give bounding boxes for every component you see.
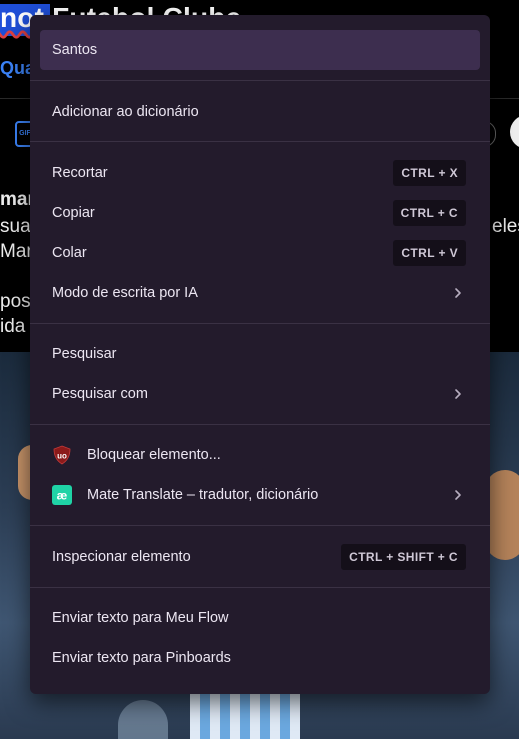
add-to-dictionary-item[interactable]: Adicionar ao dicionário <box>40 92 480 132</box>
copy-label: Copiar <box>52 205 95 221</box>
photo-jersey <box>190 690 300 739</box>
chevron-right-icon <box>450 385 466 403</box>
spelling-suggestion-label: Santos <box>52 42 98 58</box>
cut-label: Recortar <box>52 165 108 181</box>
copy-shortcut: CTRL + C <box>392 200 466 226</box>
menu-separator <box>30 587 490 588</box>
search-with-label: Pesquisar com <box>52 386 148 402</box>
paste-item[interactable]: Colar CTRL + V <box>40 233 480 273</box>
cut-shortcut: CTRL + X <box>393 160 466 186</box>
inspect-element-label: Inspecionar elemento <box>52 549 191 565</box>
menu-separator <box>30 141 490 142</box>
mate-translate-icon: æ <box>52 485 72 505</box>
add-to-dictionary-label: Adicionar ao dicionário <box>52 104 199 120</box>
menu-separator <box>30 525 490 526</box>
copy-item[interactable]: Copiar CTRL + C <box>40 193 480 233</box>
block-element-label: Bloquear elemento... <box>87 447 221 463</box>
send-to-pinboards-label: Enviar texto para Pinboards <box>52 650 231 666</box>
post-text-right: eles <box>492 216 519 237</box>
paste-label: Colar <box>52 245 87 261</box>
menu-separator <box>30 424 490 425</box>
ublock-shield-icon: uo <box>52 445 72 465</box>
send-to-flow-label: Enviar texto para Meu Flow <box>52 610 229 626</box>
inspect-element-item[interactable]: Inspecionar elemento CTRL + SHIFT + C <box>40 537 480 577</box>
send-to-flow-item[interactable]: Enviar texto para Meu Flow <box>40 598 480 638</box>
context-menu: Santos Adicionar ao dicionário Recortar … <box>30 15 490 694</box>
search-item[interactable]: Pesquisar <box>40 334 480 374</box>
paste-shortcut: CTRL + V <box>393 240 466 266</box>
svg-text:æ: æ <box>57 489 68 503</box>
search-label: Pesquisar <box>52 346 117 362</box>
mate-translate-label: Mate Translate – tradutor, dicionário <box>87 487 319 503</box>
send-to-pinboards-item[interactable]: Enviar texto para Pinboards <box>40 638 480 678</box>
cut-item[interactable]: Recortar CTRL + X <box>40 153 480 193</box>
menu-separator <box>30 80 490 81</box>
spelling-suggestion-item[interactable]: Santos <box>40 30 480 70</box>
menu-separator <box>30 323 490 324</box>
post-text-line: Mar <box>0 241 33 262</box>
inspect-element-shortcut: CTRL + SHIFT + C <box>341 544 466 570</box>
block-element-item[interactable]: uo Bloquear elemento... <box>40 435 480 475</box>
mate-translate-item[interactable]: æ Mate Translate – tradutor, dicionário <box>40 475 480 515</box>
chevron-right-icon <box>450 284 466 302</box>
ai-writing-mode-label: Modo de escrita por IA <box>52 285 198 301</box>
avatar[interactable] <box>510 115 519 149</box>
chevron-right-icon <box>450 486 466 504</box>
ai-writing-mode-item[interactable]: Modo de escrita por IA <box>40 273 480 313</box>
post-text-line: ida <box>0 316 26 337</box>
search-with-item[interactable]: Pesquisar com <box>40 374 480 414</box>
photo-detail <box>485 470 519 560</box>
svg-text:uo: uo <box>57 452 67 461</box>
